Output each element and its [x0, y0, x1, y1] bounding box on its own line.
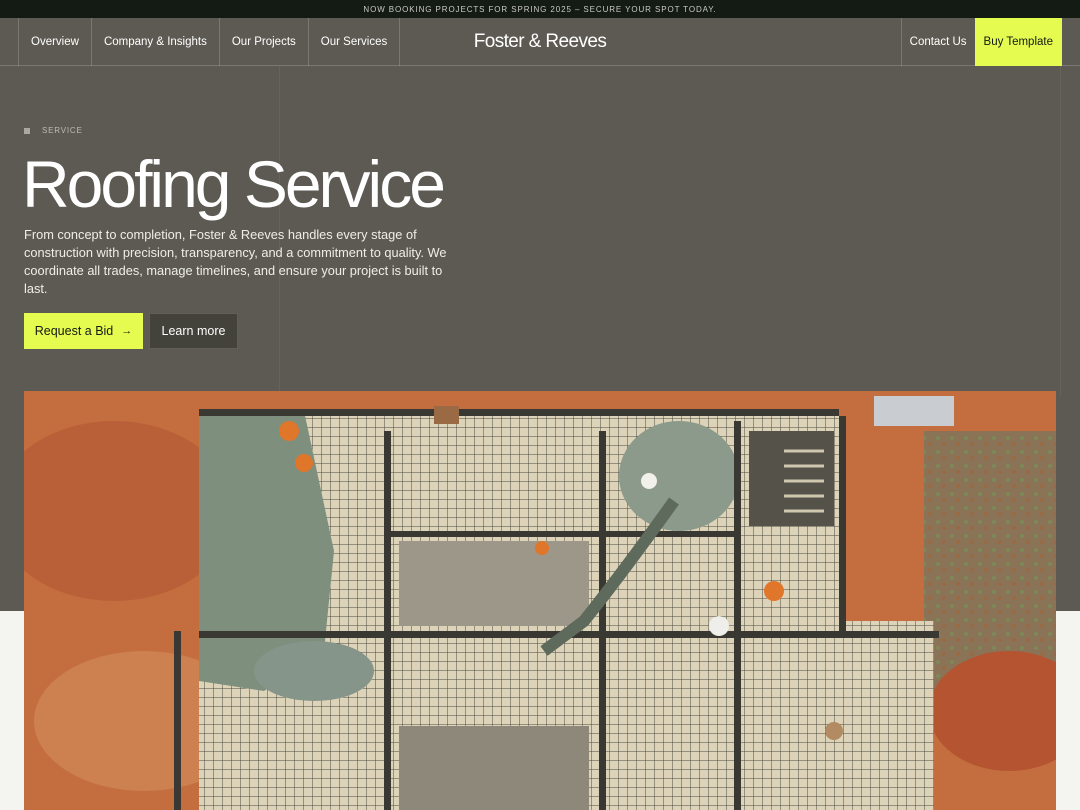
grid-line: [1060, 66, 1061, 396]
page-title: Roofing Service: [22, 147, 446, 221]
arrow-right-icon: →: [121, 325, 133, 337]
announcement-bar: NOW BOOKING PROJECTS FOR SPRING 2025 – S…: [0, 0, 1080, 18]
nav-item-overview[interactable]: Overview: [18, 18, 91, 66]
request-bid-button[interactable]: Request a Bid →: [24, 313, 143, 349]
learn-more-button[interactable]: Learn more: [149, 313, 238, 349]
nav-item-company-insights[interactable]: Company & Insights: [90, 18, 219, 66]
section-tag: SERVICE: [24, 126, 83, 135]
hero-description: From concept to completion, Foster & Ree…: [24, 227, 447, 296]
nav-item-our-projects[interactable]: Our Projects: [218, 18, 308, 66]
request-bid-label: Request a Bid: [34, 324, 114, 338]
section-tag-label: SERVICE: [42, 126, 83, 135]
nav-item-our-services[interactable]: Our Services: [307, 18, 401, 66]
aerial-construction-illustration: [24, 391, 1056, 810]
square-icon: [24, 127, 30, 134]
construction-site-photo: [24, 391, 1056, 810]
contact-us-link[interactable]: Contact Us: [900, 18, 975, 66]
buy-template-button[interactable]: Buy Template: [974, 18, 1062, 66]
nav-links: Overview Company & Insights Our Projects…: [18, 18, 401, 66]
main-nav: Foster & Reeves Overview Company & Insig…: [0, 18, 1080, 66]
nav-actions: Contact Us Buy Template: [900, 18, 1062, 66]
announcement-text: NOW BOOKING PROJECTS FOR SPRING 2025 – S…: [363, 4, 717, 14]
